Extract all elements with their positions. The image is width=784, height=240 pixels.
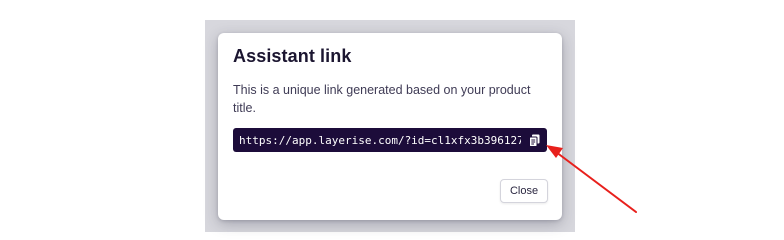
copy-link-button[interactable] bbox=[525, 131, 543, 149]
copy-icon bbox=[528, 134, 539, 147]
screenshot-stage: Assistant link This is a unique link gen… bbox=[0, 0, 784, 240]
close-button[interactable]: Close bbox=[500, 179, 548, 203]
dialog-description: This is a unique link generated based on… bbox=[233, 83, 531, 115]
assistant-link-field[interactable]: https://app.layerise.com/?id=cl1xfx3b396… bbox=[233, 128, 547, 152]
assistant-link-text[interactable]: https://app.layerise.com/?id=cl1xfx3b396… bbox=[239, 134, 521, 147]
dialog-title: Assistant link bbox=[233, 46, 352, 66]
assistant-link-dialog: Assistant link This is a unique link gen… bbox=[218, 33, 562, 220]
